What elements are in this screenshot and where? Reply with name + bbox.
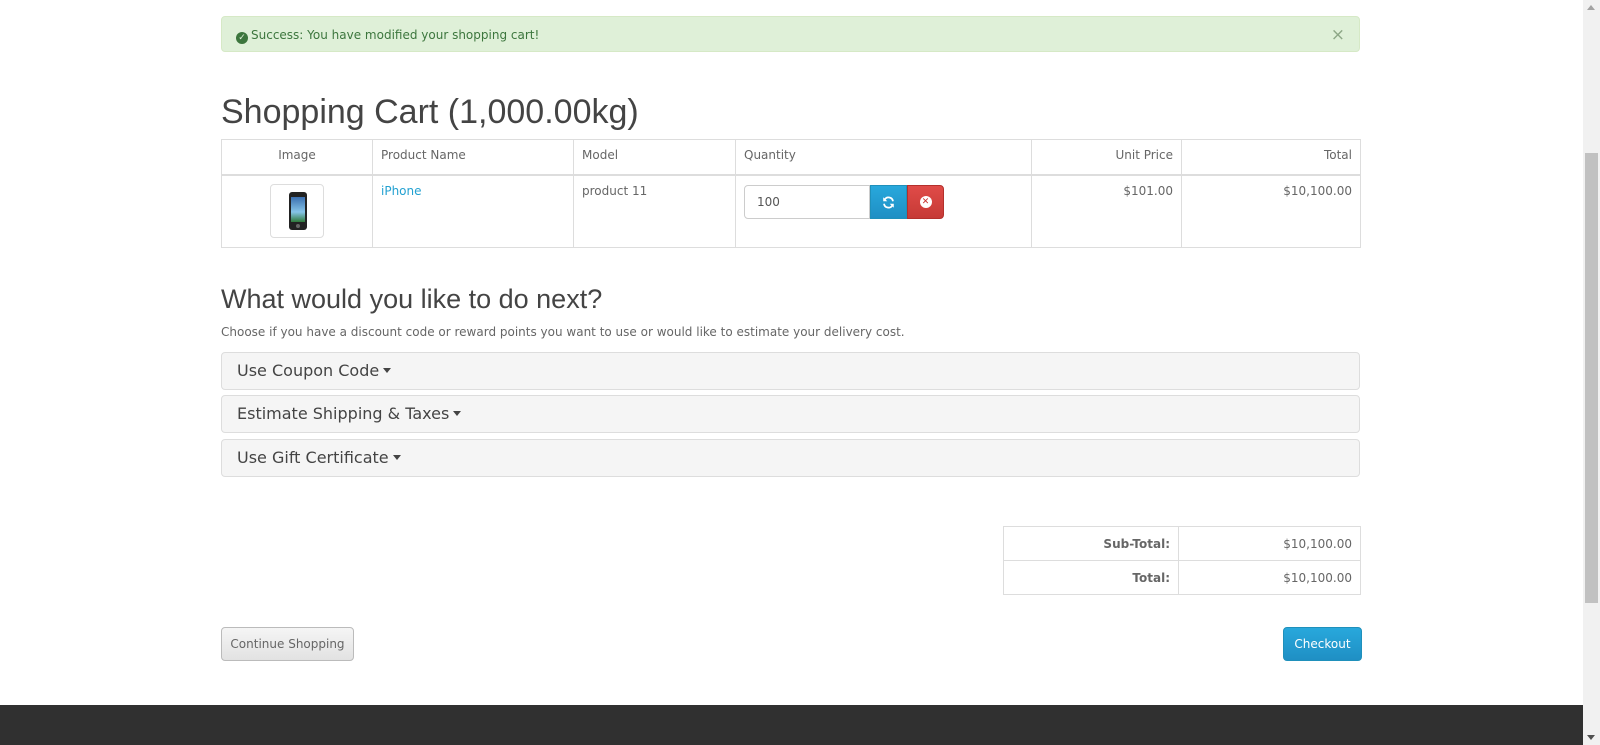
footer <box>0 705 1583 745</box>
total-cell: $10,100.00 <box>1181 174 1361 248</box>
gift-certificate-panel[interactable]: Use Gift Certificate <box>221 439 1360 477</box>
col-product-name: Product Name <box>372 139 574 176</box>
close-icon[interactable]: × <box>1331 17 1345 53</box>
next-steps-title: What would you like to do next? <box>221 284 603 314</box>
scroll-up-arrow-icon[interactable] <box>1587 5 1595 10</box>
gift-certificate-panel-label: Use Gift Certificate <box>237 448 389 467</box>
success-alert: ✓ Success: You have modified your shoppin… <box>221 16 1360 52</box>
quantity-input[interactable] <box>744 185 870 219</box>
checkout-button[interactable]: Checkout <box>1283 627 1362 661</box>
update-button[interactable] <box>870 185 907 219</box>
col-model: Model <box>573 139 736 176</box>
coupon-panel-label: Use Coupon Code <box>237 361 380 380</box>
total-label: Total: <box>1003 560 1179 595</box>
times-circle-icon: ✕ <box>919 196 932 208</box>
next-steps-description: Choose if you have a discount code or re… <box>221 325 905 339</box>
alert-message: Success: You have modified your shopping… <box>251 28 540 42</box>
product-link[interactable]: iPhone <box>381 184 422 198</box>
refresh-icon <box>883 196 894 208</box>
product-thumbnail[interactable] <box>270 184 324 238</box>
total-value: $10,100.00 <box>1178 560 1361 595</box>
caret-down-icon <box>383 368 392 373</box>
page: ✓ Success: You have modified your shoppin… <box>0 0 1583 745</box>
model-cell: product 11 <box>573 174 736 248</box>
table-row: iPhone product 11 100 ✕ $101.00 $10,100.… <box>221 174 1361 248</box>
vertical-scrollbar[interactable] <box>1583 0 1600 745</box>
scrollbar-thumb[interactable] <box>1585 153 1598 603</box>
subtotal-value: $10,100.00 <box>1178 526 1361 561</box>
image-cell <box>221 174 373 248</box>
col-unit-price: Unit Price <box>1031 139 1182 176</box>
quantity-cell: ✕ <box>735 174 1032 248</box>
cart-table: Image Product Name Model Quantity Unit P… <box>221 139 1361 248</box>
total-row: Total: $10,100.00 <box>1003 560 1361 595</box>
coupon-panel[interactable]: Use Coupon Code <box>221 352 1360 390</box>
col-quantity: Quantity <box>735 139 1032 176</box>
shipping-panel-label: Estimate Shipping & Taxes <box>237 404 450 423</box>
quantity-group: ✕ <box>744 185 1023 219</box>
col-image: Image <box>221 139 373 176</box>
remove-button[interactable]: ✕ <box>907 185 944 219</box>
check-circle-icon: ✓ <box>236 32 248 44</box>
totals-table: Sub-Total: $10,100.00 Total: $10,100.00 <box>1003 526 1361 595</box>
scroll-down-arrow-icon[interactable] <box>1587 735 1595 740</box>
product-name-cell: iPhone <box>372 174 574 248</box>
subtotal-row: Sub-Total: $10,100.00 <box>1003 526 1361 561</box>
col-total: Total <box>1181 139 1361 176</box>
caret-down-icon <box>453 411 462 416</box>
subtotal-label: Sub-Total: <box>1003 526 1179 561</box>
iphone-image <box>289 192 307 230</box>
caret-down-icon <box>392 455 401 460</box>
page-title: Shopping Cart (1,000.00kg) <box>221 93 639 131</box>
unit-price-cell: $101.00 <box>1031 174 1182 248</box>
table-header-row: Image Product Name Model Quantity Unit P… <box>221 139 1361 176</box>
continue-shopping-button[interactable]: Continue Shopping <box>221 627 354 661</box>
shipping-panel[interactable]: Estimate Shipping & Taxes <box>221 395 1360 433</box>
